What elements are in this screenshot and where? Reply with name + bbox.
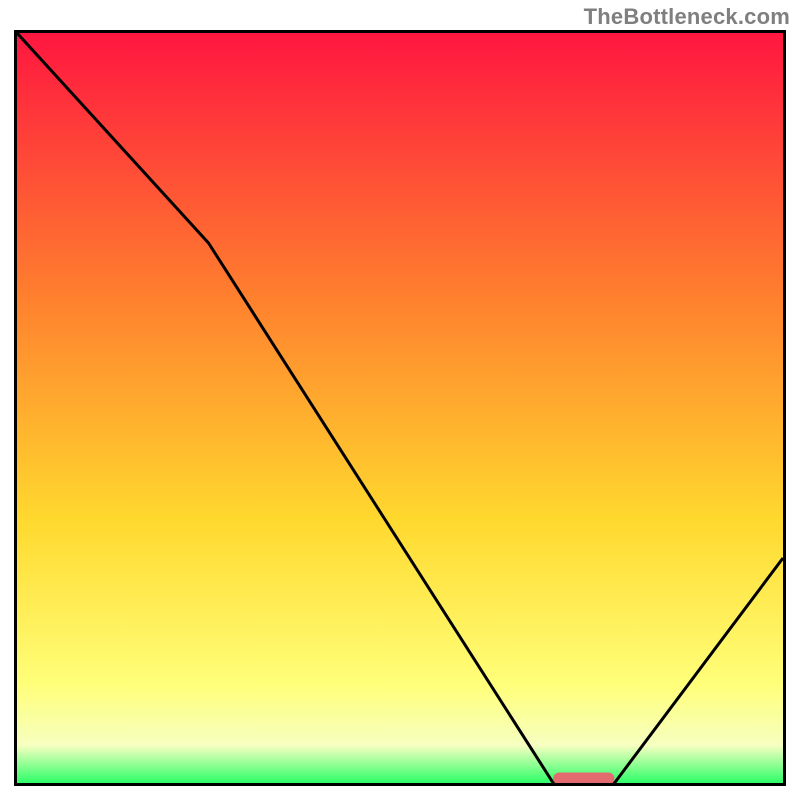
optimal-marker (553, 773, 614, 784)
plot-background (17, 33, 783, 783)
chart-stage: TheBottleneck.com (0, 0, 800, 800)
watermark-text: TheBottleneck.com (584, 4, 790, 30)
plot-svg (17, 33, 783, 783)
plot-frame (14, 30, 786, 786)
